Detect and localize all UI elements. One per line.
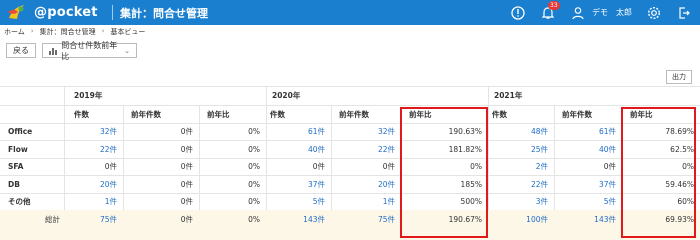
total-count-link[interactable]: 100件 <box>488 210 554 228</box>
highlight-box-2021-yoy <box>621 107 696 238</box>
count-link[interactable]: 37件 <box>266 175 331 193</box>
count: 0件 <box>104 162 117 171</box>
row-label: DB <box>8 179 20 189</box>
table-row: その他 1件 0件 0% 5件 1件 500% 3件 5件 60% <box>0 193 700 210</box>
count-link[interactable]: 20件 <box>64 175 123 193</box>
count-link[interactable]: 2件 <box>488 158 554 175</box>
yoy-ratio: 0% <box>248 197 260 206</box>
chevron-down-icon: ⌄ <box>124 46 130 55</box>
row-label: Office <box>8 127 33 136</box>
yoy-ratio: 0% <box>248 127 260 136</box>
count-link[interactable]: 32件 <box>64 123 123 140</box>
column-header: 件数 <box>492 109 507 119</box>
row-label: Flow <box>8 144 28 154</box>
yoy-ratio: 0% <box>248 162 260 171</box>
prev-count-link[interactable]: 61件 <box>554 123 622 140</box>
row-label: その他 <box>8 197 31 206</box>
column-header: 前年件数 <box>339 109 369 119</box>
prev-count: 0件 <box>180 144 193 154</box>
count-link[interactable]: 1件 <box>64 193 123 210</box>
prev-count-link[interactable]: 32件 <box>331 123 401 140</box>
breadcrumb-separator: › <box>30 27 34 35</box>
column-header: 件数 <box>74 109 89 119</box>
breadcrumb-aggregate[interactable]: 集計：問合せ管理 <box>40 27 96 37</box>
user-menu[interactable]: デモ 太郎 <box>570 5 632 21</box>
total-prev-count-link[interactable]: 75件 <box>331 210 401 228</box>
prev-count-link[interactable]: 5件 <box>554 193 622 210</box>
year-header-row: 2019年 2020年 2021年 <box>0 86 700 105</box>
export-button[interactable]: 出力 <box>666 70 692 84</box>
year-header: 2019年 <box>74 91 103 100</box>
user-name: デモ 太郎 <box>592 8 632 17</box>
count-link[interactable]: 5件 <box>266 193 331 210</box>
count-link[interactable]: 22件 <box>64 140 123 158</box>
total-row: 総計 75件 0件 0% 143件 75件 190.67% 100件 143件 … <box>0 210 700 240</box>
count: 0件 <box>312 162 325 171</box>
total-label: 総計 <box>45 214 60 224</box>
top-bar: @pocket 集計：問合せ管理 33 デモ 太郎 <box>0 0 700 25</box>
logout-icon[interactable] <box>676 5 692 21</box>
year-header: 2021年 <box>494 91 523 100</box>
page-title: 集計：問合せ管理 <box>120 7 208 20</box>
prev-count-link[interactable]: 40件 <box>554 140 622 158</box>
yoy-ratio: 0% <box>248 144 260 154</box>
aggregation-select[interactable]: 問合せ件数前年比 ⌄ <box>42 41 137 61</box>
total-prev-count-link[interactable]: 143件 <box>554 210 622 228</box>
table-row: SFA 0件 0件 0% 0件 0件 0% 2件 0件 0% <box>0 158 700 175</box>
table-row: Flow 22件 0件 0% 40件 22件 181.82% 25件 40件 6… <box>0 140 700 158</box>
prev-count: 0件 <box>382 162 395 171</box>
row-label: SFA <box>8 162 24 171</box>
count-link[interactable]: 48件 <box>488 123 554 140</box>
column-header-row: 件数 前年件数 前年比 件数 前年件数 前年比 件数 前年件数 前年比 <box>0 105 700 123</box>
logo-text: @pocket <box>34 4 98 20</box>
bar-chart-icon <box>49 47 57 55</box>
prev-count: 0件 <box>180 197 193 206</box>
count-link[interactable]: 25件 <box>488 140 554 158</box>
column-header: 前年比 <box>207 109 230 119</box>
prev-count: 0件 <box>180 127 193 136</box>
notification-badge: 33 <box>548 0 560 10</box>
year-header: 2020年 <box>272 91 301 100</box>
total-count-link[interactable]: 75件 <box>64 210 123 228</box>
logo-mark-icon <box>8 5 24 19</box>
breadcrumb-home[interactable]: ホーム <box>4 27 25 37</box>
count-link[interactable]: 61件 <box>266 123 331 140</box>
breadcrumb: ホーム › 集計：問合せ管理 › 基本ビュー <box>4 27 145 37</box>
toolbar: 戻る 問合せ件数前年比 ⌄ <box>6 41 137 61</box>
column-header: 前年件数 <box>131 109 161 119</box>
total-prev-count: 0件 <box>180 214 193 224</box>
prev-count: 0件 <box>180 162 193 171</box>
prev-count-link[interactable]: 37件 <box>554 175 622 193</box>
user-icon <box>570 5 586 21</box>
total-count-link[interactable]: 143件 <box>266 210 331 228</box>
prev-count-link[interactable]: 22件 <box>331 140 401 158</box>
gear-icon[interactable] <box>646 5 662 21</box>
count-link[interactable]: 22件 <box>488 175 554 193</box>
prev-count: 0件 <box>603 162 616 171</box>
header-icons: 33 デモ 太郎 <box>510 0 692 25</box>
count-link[interactable]: 3件 <box>488 193 554 210</box>
column-header: 前年件数 <box>562 109 592 119</box>
table-row: DB 20件 0件 0% 37件 20件 185% 22件 37件 59.46% <box>0 175 700 193</box>
notification-bell-icon[interactable]: 33 <box>540 0 560 21</box>
count-link[interactable]: 40件 <box>266 140 331 158</box>
app-logo[interactable]: @pocket <box>6 3 98 21</box>
prev-count: 0件 <box>180 179 193 189</box>
total-yoy-ratio: 0% <box>248 214 260 224</box>
aggregation-select-value: 問合せ件数前年比 <box>61 40 118 61</box>
header-divider <box>112 5 113 20</box>
yoy-ratio: 0% <box>248 179 260 189</box>
prev-count-link[interactable]: 1件 <box>331 193 401 210</box>
column-header: 件数 <box>270 109 285 119</box>
prev-count-link[interactable]: 20件 <box>331 175 401 193</box>
alert-icon[interactable] <box>510 5 526 21</box>
breadcrumb-view: 基本ビュー <box>110 28 146 36</box>
back-button[interactable]: 戻る <box>6 43 36 58</box>
table-row: Office 32件 0件 0% 61件 32件 190.63% 48件 61件… <box>0 123 700 140</box>
highlight-box-2020-yoy <box>400 107 488 238</box>
breadcrumb-separator: › <box>101 27 105 35</box>
